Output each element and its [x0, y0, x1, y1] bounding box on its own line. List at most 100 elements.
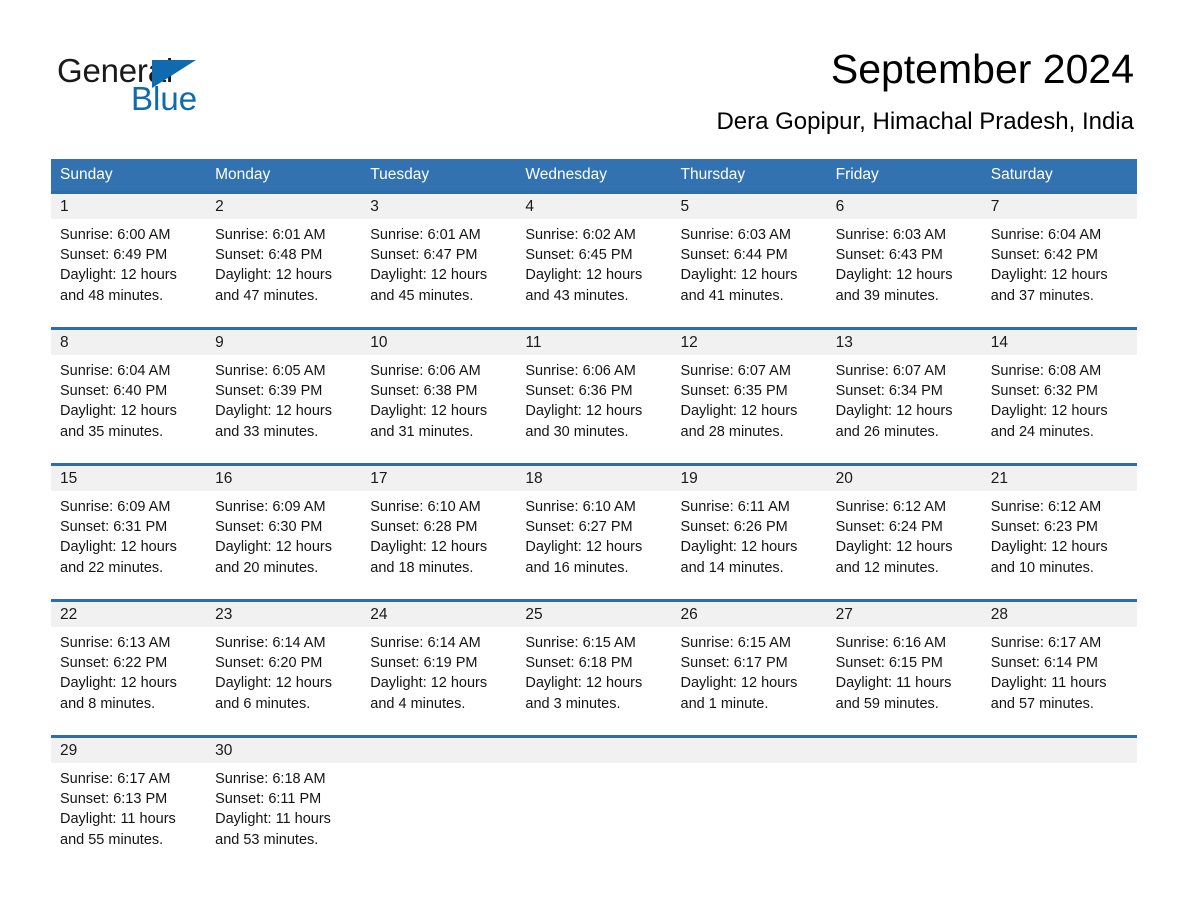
sunset-text: Sunset: 6:47 PM	[370, 247, 478, 264]
day-cell[interactable]: Sunrise: 6:03 AM Sunset: 6:43 PM Dayligh…	[827, 219, 982, 327]
day-cell[interactable]: Sunrise: 6:11 AM Sunset: 6:26 PM Dayligh…	[672, 491, 827, 599]
day-cell[interactable]: Sunrise: 6:17 AM Sunset: 6:13 PM Dayligh…	[51, 763, 206, 869]
day-cell[interactable]: Sunrise: 6:12 AM Sunset: 6:24 PM Dayligh…	[827, 491, 982, 599]
day-cell-empty	[672, 763, 827, 869]
day-cell[interactable]: Sunrise: 6:17 AM Sunset: 6:14 PM Dayligh…	[982, 627, 1137, 735]
day-cell[interactable]: Sunrise: 6:18 AM Sunset: 6:11 PM Dayligh…	[206, 763, 361, 869]
day-cell[interactable]: Sunrise: 6:07 AM Sunset: 6:35 PM Dayligh…	[672, 355, 827, 463]
day-cell[interactable]: Sunrise: 6:16 AM Sunset: 6:15 PM Dayligh…	[827, 627, 982, 735]
day-number[interactable]: 15	[51, 466, 206, 491]
weekday-header-monday: Monday	[215, 166, 271, 183]
day-cell[interactable]: Sunrise: 6:10 AM Sunset: 6:27 PM Dayligh…	[516, 491, 671, 599]
day-cell[interactable]: Sunrise: 6:12 AM Sunset: 6:23 PM Dayligh…	[982, 491, 1137, 599]
sunrise-text: Sunrise: 6:03 AM	[680, 227, 791, 243]
sunset-text: Sunset: 6:32 PM	[990, 383, 1098, 400]
day-number[interactable]: 17	[361, 466, 516, 491]
day-cell[interactable]: Sunrise: 6:10 AM Sunset: 6:28 PM Dayligh…	[361, 491, 516, 599]
day-number[interactable]: 3	[361, 194, 516, 219]
day-cell[interactable]: Sunrise: 6:01 AM Sunset: 6:47 PM Dayligh…	[361, 219, 516, 327]
day-number[interactable]: 18	[516, 466, 671, 491]
day-number[interactable]: 10	[361, 330, 516, 355]
daylight-text-line2: and 35 minutes.	[60, 423, 164, 440]
sunrise-text: Sunrise: 6:09 AM	[215, 499, 326, 515]
day-number[interactable]: 2	[206, 194, 361, 219]
day-cell[interactable]: Sunrise: 6:14 AM Sunset: 6:19 PM Dayligh…	[361, 627, 516, 735]
day-number[interactable]: 28	[982, 602, 1137, 627]
day-number[interactable]: 19	[672, 466, 827, 491]
day-number[interactable]: 14	[982, 330, 1137, 355]
sunrise-text: Sunrise: 6:02 AM	[525, 227, 636, 243]
general-blue-logo[interactable]: General Blue	[57, 52, 357, 122]
day-cell[interactable]: Sunrise: 6:02 AM Sunset: 6:45 PM Dayligh…	[516, 219, 671, 327]
day-number[interactable]: 9	[206, 330, 361, 355]
day-cell[interactable]: Sunrise: 6:15 AM Sunset: 6:17 PM Dayligh…	[672, 627, 827, 735]
sunset-text: Sunset: 6:14 PM	[990, 655, 1098, 672]
sunset-text: Sunset: 6:23 PM	[990, 519, 1098, 536]
day-number[interactable]: 4	[516, 194, 671, 219]
daylight-text-line1: Daylight: 12 hours	[60, 267, 177, 284]
daylight-text-line2: and 57 minutes.	[990, 695, 1094, 712]
day-number[interactable]: 5	[672, 194, 827, 219]
day-number[interactable]: 25	[516, 602, 671, 627]
week-detail-row: Sunrise: 6:00 AM Sunset: 6:49 PM Dayligh…	[51, 219, 1137, 327]
day-number[interactable]: 7	[982, 194, 1137, 219]
day-cell[interactable]: Sunrise: 6:08 AM Sunset: 6:32 PM Dayligh…	[982, 355, 1137, 463]
daylight-text-line1: Daylight: 12 hours	[990, 539, 1108, 556]
day-number-empty	[672, 738, 827, 763]
day-number[interactable]: 23	[206, 602, 361, 627]
daylight-text-line2: and 53 minutes.	[215, 831, 319, 848]
weekday-header-tuesday: Tuesday	[370, 166, 430, 183]
daylight-text-line2: and 20 minutes.	[215, 559, 319, 576]
day-number-empty	[982, 738, 1137, 763]
sunrise-text: Sunrise: 6:14 AM	[215, 635, 326, 651]
day-cell[interactable]: Sunrise: 6:15 AM Sunset: 6:18 PM Dayligh…	[516, 627, 671, 735]
day-cell[interactable]: Sunrise: 6:03 AM Sunset: 6:44 PM Dayligh…	[672, 219, 827, 327]
day-number[interactable]: 22	[51, 602, 206, 627]
day-number-empty	[827, 738, 982, 763]
sunset-text: Sunset: 6:39 PM	[215, 383, 323, 400]
sunrise-text: Sunrise: 6:16 AM	[835, 635, 947, 651]
day-cell-empty	[982, 763, 1137, 869]
day-number[interactable]: 30	[206, 738, 361, 763]
day-cell[interactable]: Sunrise: 6:13 AM Sunset: 6:22 PM Dayligh…	[51, 627, 206, 735]
sunrise-text: Sunrise: 6:07 AM	[835, 363, 947, 379]
calendar-week-row: 1 2 3 4 5 6 7 Sunrise: 6:00 AM Sunset: 6…	[51, 191, 1137, 327]
week-daynumber-strip: 1 2 3 4 5 6 7	[51, 194, 1137, 219]
day-number-empty	[516, 738, 671, 763]
day-cell[interactable]: Sunrise: 6:00 AM Sunset: 6:49 PM Dayligh…	[51, 219, 206, 327]
sunset-text: Sunset: 6:30 PM	[215, 519, 323, 536]
sunset-text: Sunset: 6:48 PM	[215, 247, 323, 264]
day-number[interactable]: 21	[982, 466, 1137, 491]
day-cell[interactable]: Sunrise: 6:07 AM Sunset: 6:34 PM Dayligh…	[827, 355, 982, 463]
day-number[interactable]: 27	[827, 602, 982, 627]
daylight-text-line1: Daylight: 12 hours	[525, 267, 643, 284]
day-cell[interactable]: Sunrise: 6:04 AM Sunset: 6:40 PM Dayligh…	[51, 355, 206, 463]
day-number[interactable]: 1	[51, 194, 206, 219]
day-number[interactable]: 16	[206, 466, 361, 491]
sunrise-text: Sunrise: 6:15 AM	[525, 635, 636, 651]
day-cell[interactable]: Sunrise: 6:09 AM Sunset: 6:31 PM Dayligh…	[51, 491, 206, 599]
day-cell[interactable]: Sunrise: 6:04 AM Sunset: 6:42 PM Dayligh…	[982, 219, 1137, 327]
daylight-text-line1: Daylight: 11 hours	[990, 675, 1107, 692]
sunrise-text: Sunrise: 6:18 AM	[215, 771, 326, 787]
day-number[interactable]: 24	[361, 602, 516, 627]
day-number[interactable]: 13	[827, 330, 982, 355]
day-number[interactable]: 6	[827, 194, 982, 219]
day-number[interactable]: 29	[51, 738, 206, 763]
daylight-text-line2: and 31 minutes.	[370, 423, 474, 440]
day-cell[interactable]: Sunrise: 6:06 AM Sunset: 6:38 PM Dayligh…	[361, 355, 516, 463]
day-cell[interactable]: Sunrise: 6:05 AM Sunset: 6:39 PM Dayligh…	[206, 355, 361, 463]
day-number[interactable]: 26	[672, 602, 827, 627]
sunset-text: Sunset: 6:43 PM	[835, 247, 943, 264]
day-cell[interactable]: Sunrise: 6:09 AM Sunset: 6:30 PM Dayligh…	[206, 491, 361, 599]
week-daynumber-strip: 29 30	[51, 738, 1137, 763]
day-cell[interactable]: Sunrise: 6:14 AM Sunset: 6:20 PM Dayligh…	[206, 627, 361, 735]
day-number[interactable]: 8	[51, 330, 206, 355]
day-number[interactable]: 12	[672, 330, 827, 355]
day-cell[interactable]: Sunrise: 6:01 AM Sunset: 6:48 PM Dayligh…	[206, 219, 361, 327]
day-number[interactable]: 11	[516, 330, 671, 355]
day-cell[interactable]: Sunrise: 6:06 AM Sunset: 6:36 PM Dayligh…	[516, 355, 671, 463]
weekday-header-sunday: Sunday	[60, 166, 113, 183]
day-number[interactable]: 20	[827, 466, 982, 491]
sunrise-text: Sunrise: 6:14 AM	[370, 635, 481, 651]
